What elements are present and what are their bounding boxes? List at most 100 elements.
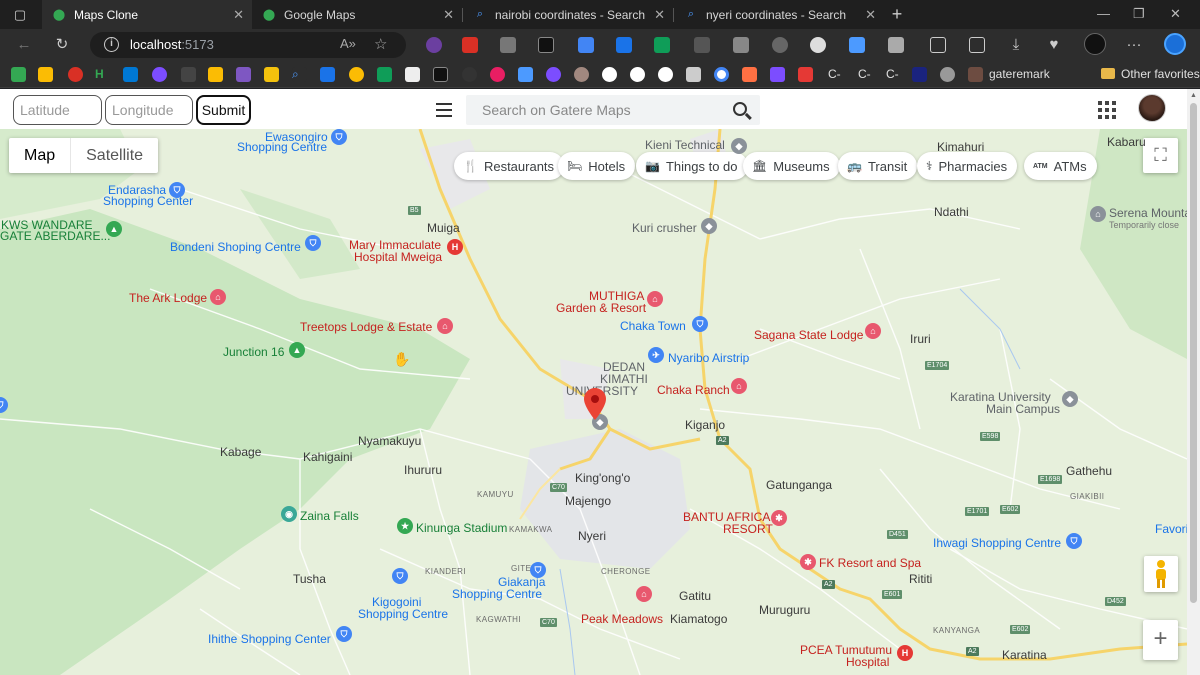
place-zaina-falls[interactable]: Zaina Falls	[300, 510, 359, 523]
extension-icon[interactable]	[500, 37, 516, 53]
business-pin-icon[interactable]: ◆	[701, 218, 717, 234]
apps-grid-icon[interactable]	[1098, 101, 1116, 119]
bookmark-icon[interactable]: C-	[858, 67, 871, 81]
performance-icon[interactable]: ♥	[1044, 35, 1064, 55]
bookmark-icon[interactable]	[68, 67, 83, 82]
bookmark-icon[interactable]	[349, 67, 364, 82]
resort-pin-icon[interactable]: ✱	[771, 510, 787, 526]
shopping-pin-icon[interactable]: ⛉	[1066, 533, 1082, 549]
bookmark-icon[interactable]	[236, 67, 251, 82]
latitude-input[interactable]: Latitude	[13, 95, 102, 125]
close-window-icon[interactable]: ✕	[1170, 6, 1181, 22]
minimize-icon[interactable]: —	[1097, 6, 1110, 21]
hotel-pin-icon[interactable]: ⌂	[865, 323, 881, 339]
place-pcea-sub[interactable]: Hospital	[846, 656, 889, 669]
place-ark-lodge[interactable]: The Ark Lodge	[129, 292, 207, 305]
town-karatina[interactable]: Karatina	[1002, 649, 1047, 662]
chip-atms[interactable]: ATM ATMs	[1024, 152, 1097, 180]
hotel-pin-icon[interactable]: ⌂	[437, 318, 453, 334]
github-icon[interactable]	[630, 67, 645, 82]
bookmark-icon[interactable]	[546, 67, 561, 82]
attraction-pin-icon[interactable]: ◉	[281, 506, 297, 522]
bookmark-icon[interactable]	[940, 67, 955, 82]
github-icon[interactable]	[658, 67, 673, 82]
extension-icon[interactable]	[849, 37, 865, 53]
bookmark-icon[interactable]	[152, 67, 167, 82]
place-ewasongiro-sub[interactable]: Shopping Centre	[237, 141, 327, 154]
new-tab-button[interactable]: +	[887, 4, 907, 24]
place-karatina-univ-sub[interactable]: Main Campus	[986, 403, 1060, 416]
place-sagana[interactable]: Sagana State Lodge	[754, 329, 863, 342]
hotel-pin-icon[interactable]: ⌂	[1090, 206, 1106, 222]
place-nyaribo[interactable]: Nyaribo Airstrip	[668, 352, 749, 365]
profile-icon[interactable]	[1084, 33, 1106, 55]
favorite-star-icon[interactable]: ☆	[374, 35, 387, 53]
search-bookmark-icon[interactable]: ⌕	[292, 67, 307, 82]
place-mary-sub[interactable]: Hospital Mweiga	[354, 251, 442, 264]
bing-copilot-icon[interactable]	[1164, 33, 1186, 55]
chip-museums[interactable]: 🏛 Museums	[743, 152, 840, 180]
town-kabaru[interactable]: Kabaru	[1107, 136, 1146, 149]
hospital-pin-icon[interactable]: H	[447, 239, 463, 255]
github-icon[interactable]	[602, 67, 617, 82]
extension-icon[interactable]	[426, 37, 442, 53]
town-kiganjo[interactable]: Kiganjo	[685, 419, 725, 432]
place-kinunga[interactable]: Kinunga Stadium	[416, 522, 507, 535]
hotel-pin-icon[interactable]: ⌂	[636, 586, 652, 602]
shopping-pin-icon[interactable]: ⛉	[530, 562, 546, 578]
town-iruri[interactable]: Iruri	[910, 333, 931, 346]
bookmark-icon[interactable]	[433, 67, 448, 82]
more-menu-icon[interactable]: ···	[1124, 35, 1144, 55]
search-icon[interactable]	[733, 102, 747, 116]
hotel-pin-icon[interactable]: ⌂	[647, 291, 663, 307]
bookmark-icon[interactable]	[574, 67, 589, 82]
read-aloud-icon[interactable]: A»	[340, 36, 356, 51]
close-icon[interactable]: ✕	[233, 7, 244, 23]
bookmark-icon[interactable]	[490, 67, 505, 82]
place-treetops[interactable]: Treetops Lodge & Estate	[300, 321, 432, 334]
bookmark-icon[interactable]: H	[95, 67, 110, 82]
place-bondeni[interactable]: Bondeni Shoping Centre	[170, 241, 301, 254]
place-kws-sub[interactable]: GATE ABERDARE...	[0, 230, 110, 243]
map-type-satellite[interactable]: Satellite	[71, 138, 158, 173]
bookmark-icon[interactable]	[264, 67, 279, 82]
resort-pin-icon[interactable]: ✱	[800, 554, 816, 570]
chip-things-to-do[interactable]: 📷 Things to do	[636, 152, 748, 180]
bookmark-icon[interactable]	[686, 67, 701, 82]
shopping-pin-icon[interactable]: ⛉	[331, 129, 347, 145]
bookmark-icon[interactable]	[405, 67, 420, 82]
tab-google-maps[interactable]: ⬤ Google Maps ✕	[252, 0, 462, 29]
town-kimahuri[interactable]: Kimahuri	[937, 141, 984, 154]
street-view-pegman[interactable]	[1144, 556, 1178, 592]
google-icon[interactable]	[714, 67, 729, 82]
refresh-icon[interactable]: ↻	[52, 35, 72, 55]
bookmark-icon[interactable]: C-	[828, 67, 841, 81]
close-icon[interactable]: ✕	[865, 7, 876, 23]
town-muiga[interactable]: Muiga	[427, 222, 460, 235]
town-gatitu[interactable]: Gatitu	[679, 590, 711, 603]
hotel-pin-icon[interactable]: ⌂	[210, 289, 226, 305]
tab-nyeri-search[interactable]: ⌕ nyeri coordinates - Search ✕	[674, 0, 884, 29]
bookmark-icon[interactable]: C-	[886, 67, 899, 81]
shopping-pin-icon[interactable]: ⛉	[305, 235, 321, 251]
town-muruguru[interactable]: Muruguru	[759, 604, 810, 617]
town-kahigaini[interactable]: Kahigaini	[303, 451, 352, 464]
place-kigogoini-sub[interactable]: Shopping Centre	[358, 608, 448, 621]
outlook-icon[interactable]	[123, 67, 138, 82]
school-pin-icon[interactable]: ◆	[731, 138, 747, 154]
downloads-icon[interactable]: ⤓	[1006, 35, 1026, 55]
longitude-input[interactable]: Longitude	[105, 95, 193, 125]
school-pin-icon[interactable]: ◆	[1062, 391, 1078, 407]
page-scrollbar[interactable]: ▲	[1187, 89, 1200, 675]
search-input[interactable]: Search on Gatere Maps	[466, 95, 760, 125]
shopping-pin-icon[interactable]: ⛉	[336, 626, 352, 642]
bookmark-icon[interactable]	[377, 67, 392, 82]
bookmark-icon[interactable]	[320, 67, 335, 82]
bookmark-icon[interactable]	[208, 67, 223, 82]
close-icon[interactable]: ✕	[654, 7, 665, 23]
avatar[interactable]	[1138, 94, 1166, 122]
menu-icon[interactable]	[436, 103, 452, 117]
other-favorites[interactable]: Other favorites	[1121, 67, 1200, 81]
selected-location-marker[interactable]	[584, 388, 606, 420]
town-ihururu[interactable]: Ihururu	[404, 464, 442, 477]
